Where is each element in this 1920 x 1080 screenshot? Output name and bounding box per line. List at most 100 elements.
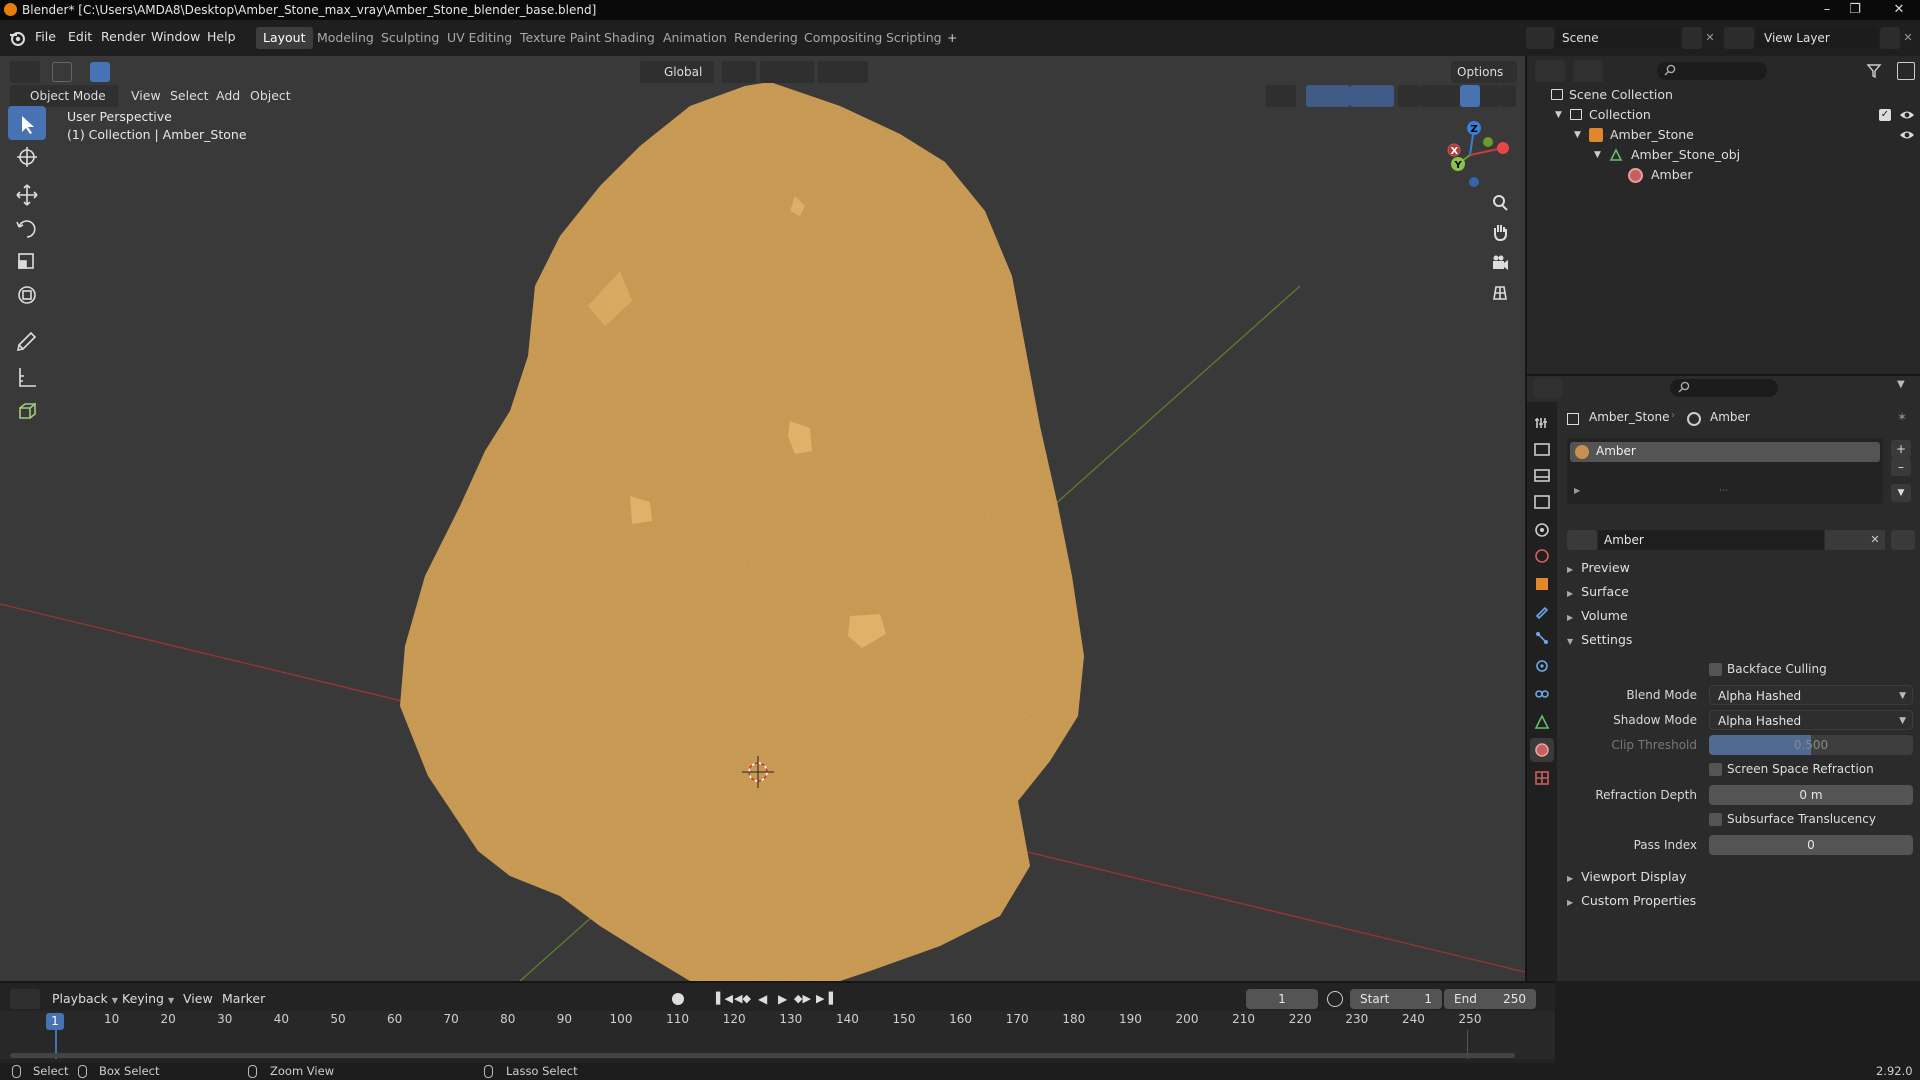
link-options-icon[interactable] bbox=[1891, 530, 1915, 550]
transform-orientation-dropdown[interactable]: Global bbox=[640, 61, 714, 83]
filter-icon[interactable] bbox=[1865, 62, 1891, 80]
delete-view-layer-icon[interactable]: ✕ bbox=[1901, 31, 1915, 45]
select-new-icon[interactable] bbox=[90, 62, 110, 82]
proportional-edit-toggle[interactable] bbox=[818, 61, 868, 83]
menu-render[interactable]: Render bbox=[95, 26, 152, 48]
scene-name-field[interactable]: Scene bbox=[1556, 27, 1680, 49]
shading-options-dropdown[interactable] bbox=[1500, 85, 1516, 107]
menu-edit[interactable]: Edit bbox=[62, 26, 98, 48]
menu-file[interactable]: File bbox=[29, 26, 62, 48]
tab-compositing[interactable]: Compositing bbox=[797, 27, 889, 49]
jump-keyframe-back-button[interactable]: ◀◆ bbox=[734, 989, 756, 1009]
select-subtract-icon[interactable] bbox=[130, 62, 150, 82]
menu-timeline-view[interactable]: View bbox=[177, 988, 219, 1010]
new-collection-icon[interactable] bbox=[1897, 62, 1915, 80]
eye-icon[interactable] bbox=[1899, 108, 1915, 122]
view-layer-icon[interactable] bbox=[1724, 27, 1754, 49]
outliner-row-scene-collection[interactable]: Scene Collection bbox=[1527, 85, 1920, 105]
overlay-toggle[interactable] bbox=[1350, 85, 1394, 107]
material-slot-item[interactable]: Amber bbox=[1570, 442, 1880, 462]
playhead[interactable]: 1 bbox=[46, 1013, 64, 1030]
select-intersect-icon[interactable] bbox=[150, 62, 172, 82]
screen-space-refraction-checkbox[interactable] bbox=[1709, 763, 1722, 776]
new-scene-icon[interactable] bbox=[1682, 27, 1702, 49]
editor-type-button[interactable] bbox=[10, 61, 40, 83]
record-button[interactable] bbox=[672, 993, 684, 1005]
select-mode-icon[interactable] bbox=[52, 62, 72, 82]
menu-keying[interactable]: Keying ▼ bbox=[116, 988, 180, 1010]
scene-selector-icon[interactable] bbox=[1526, 27, 1554, 49]
material-name-field[interactable]: Amber bbox=[1598, 530, 1824, 550]
timeline-scrollbar[interactable] bbox=[10, 1053, 1515, 1058]
fake-user-icon[interactable] bbox=[1825, 530, 1845, 550]
browse-material-icon[interactable] bbox=[1567, 530, 1597, 550]
resize-handle[interactable]: ⋯ bbox=[1719, 486, 1728, 496]
refraction-depth-field[interactable]: 0 m bbox=[1709, 785, 1913, 805]
pivot-point-dropdown[interactable] bbox=[722, 61, 756, 83]
panel-settings[interactable]: ▼ Settings bbox=[1567, 629, 1632, 651]
blender-menu-icon[interactable] bbox=[8, 29, 26, 47]
perspective-toggle-grid-icon[interactable] bbox=[1486, 279, 1514, 307]
timeline-editor-type-icon[interactable] bbox=[10, 989, 40, 1009]
backface-culling-checkbox[interactable] bbox=[1709, 663, 1722, 676]
tab-scripting[interactable]: Scripting bbox=[879, 27, 949, 49]
options-dropdown[interactable]: Options bbox=[1451, 61, 1517, 83]
remove-slot-button[interactable]: – bbox=[1891, 458, 1911, 476]
properties-editor-type-icon[interactable] bbox=[1533, 378, 1563, 398]
shading-rendered-button[interactable] bbox=[1480, 85, 1500, 107]
expand-arrow-icon[interactable]: ▶ bbox=[1574, 486, 1580, 495]
pan-view-hand-icon[interactable] bbox=[1486, 218, 1514, 246]
xray-toggle[interactable] bbox=[1398, 85, 1420, 107]
timeline-ruler[interactable]: 1 11020304050607080901001101201301401501… bbox=[0, 1011, 1555, 1059]
tab-layout[interactable]: Layout bbox=[256, 27, 313, 49]
exclude-checkbox-icon[interactable]: ✓ bbox=[1879, 109, 1891, 121]
start-frame-field[interactable]: Start 1 bbox=[1350, 989, 1442, 1009]
tab-animation[interactable]: Animation bbox=[656, 27, 734, 49]
menu-object[interactable]: Object bbox=[244, 85, 297, 107]
menu-playback[interactable]: Playback ▼ bbox=[46, 988, 124, 1010]
add-slot-button[interactable]: + bbox=[1891, 440, 1911, 458]
blend-mode-dropdown[interactable]: Alpha Hashed ▼ bbox=[1709, 685, 1913, 705]
tab-uv-editing[interactable]: UV Editing bbox=[440, 27, 519, 49]
snap-toggle[interactable] bbox=[760, 61, 814, 83]
outliner-row-collection[interactable]: ▼ Collection ✓ bbox=[1527, 105, 1920, 125]
jump-keyframe-forward-button[interactable]: ◆▶ bbox=[794, 989, 816, 1009]
pass-index-field[interactable]: 0 bbox=[1709, 835, 1913, 855]
view-layer-field[interactable]: View Layer bbox=[1756, 27, 1878, 49]
minimize-button[interactable]: – bbox=[1814, 0, 1840, 20]
3d-viewport[interactable]: Global Options Object Mode View Select A… bbox=[0, 56, 1525, 981]
tab-texture-paint[interactable]: Texture Paint bbox=[513, 27, 608, 49]
play-reverse-button[interactable]: ◀ bbox=[758, 989, 776, 1009]
shading-material-button[interactable] bbox=[1460, 85, 1480, 107]
menu-select[interactable]: Select bbox=[164, 85, 215, 107]
object-mode-dropdown[interactable]: Object Mode bbox=[10, 85, 118, 107]
shading-solid-button[interactable] bbox=[1440, 85, 1460, 107]
panel-volume[interactable]: ▶ Volume bbox=[1567, 605, 1628, 627]
jump-end-button[interactable]: ▶▐ bbox=[816, 989, 834, 1009]
properties-options-icon[interactable]: ▼ bbox=[1897, 379, 1913, 395]
maximize-button[interactable]: ❐ bbox=[1842, 0, 1868, 20]
outliner-editor-type-icon[interactable] bbox=[1535, 60, 1565, 82]
menu-window[interactable]: Window bbox=[145, 26, 206, 48]
jump-start-button[interactable]: ▌◀ bbox=[716, 989, 734, 1009]
new-view-layer-icon[interactable] bbox=[1880, 27, 1900, 49]
outliner-row-amber-stone-obj[interactable]: ▼ Amber_Stone_obj bbox=[1527, 145, 1920, 165]
end-frame-field[interactable]: End 250 bbox=[1444, 989, 1536, 1009]
panel-custom-properties[interactable]: ▶ Custom Properties bbox=[1567, 890, 1696, 912]
duplicate-material-icon[interactable] bbox=[1845, 530, 1865, 550]
tab-sculpting[interactable]: Sculpting bbox=[374, 27, 446, 49]
eye-icon[interactable] bbox=[1899, 128, 1915, 142]
delete-scene-icon[interactable]: ✕ bbox=[1703, 31, 1717, 45]
outliner-row-amber-stone[interactable]: ▼ Amber_Stone bbox=[1527, 125, 1920, 145]
current-frame-field[interactable]: 1 bbox=[1246, 989, 1318, 1009]
visibility-dropdown[interactable] bbox=[1266, 85, 1296, 107]
zoom-view-icon[interactable] bbox=[1486, 189, 1514, 217]
subsurface-translucency-checkbox[interactable] bbox=[1709, 813, 1722, 826]
close-window-button[interactable]: ✕ bbox=[1882, 0, 1916, 20]
tab-shading[interactable]: Shading bbox=[597, 27, 662, 49]
expand-arrow-icon[interactable]: ▼ bbox=[1555, 105, 1562, 125]
menu-marker[interactable]: Marker bbox=[216, 988, 271, 1010]
slot-specials-button[interactable]: ▼ bbox=[1891, 484, 1911, 502]
shadow-mode-dropdown[interactable]: Alpha Hashed ▼ bbox=[1709, 710, 1913, 730]
unlink-material-icon[interactable]: ✕ bbox=[1865, 530, 1885, 550]
